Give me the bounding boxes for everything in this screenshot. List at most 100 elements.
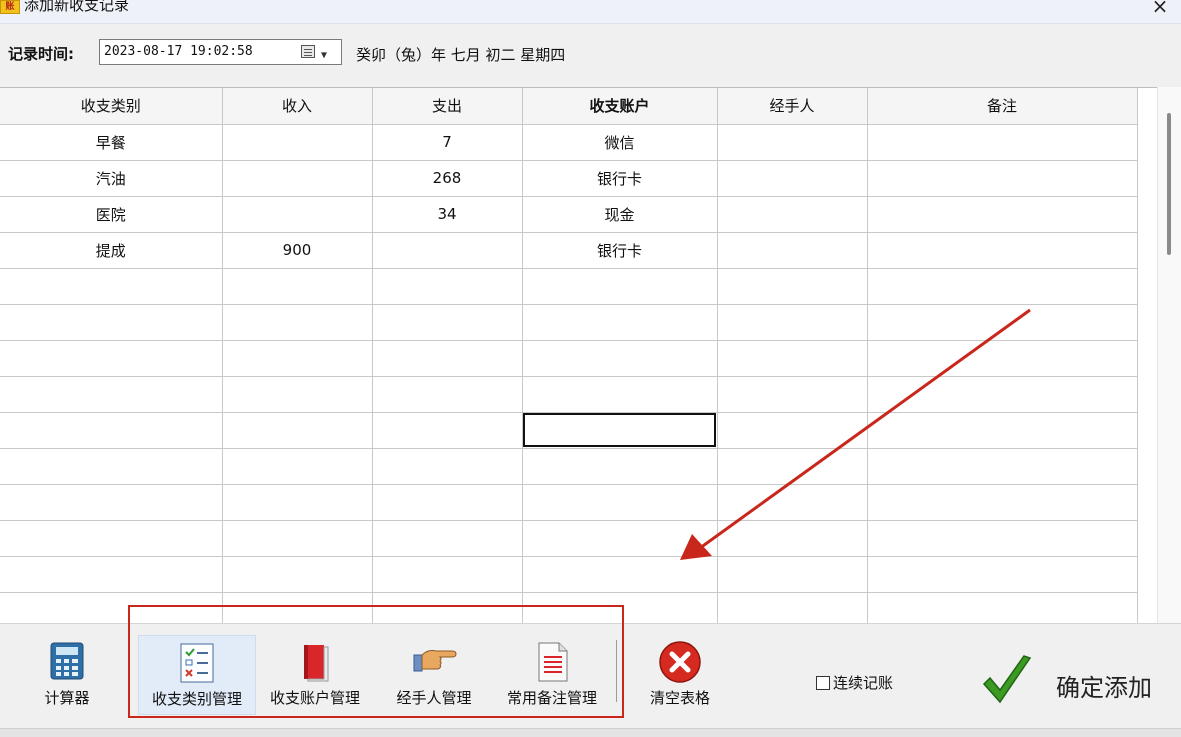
table-cell[interactable] [0, 340, 223, 377]
table-row[interactable] [0, 520, 1138, 557]
continuous-entry-checkbox[interactable]: 连续记账 [816, 672, 893, 693]
table-cell[interactable] [522, 304, 718, 341]
table-cell[interactable] [867, 520, 1138, 557]
table-cell[interactable] [717, 304, 868, 341]
table-cell[interactable] [222, 268, 373, 305]
remark-management-button[interactable]: 常用备注管理 [494, 635, 610, 715]
table-cell[interactable] [372, 304, 523, 341]
table-cell[interactable]: 34 [372, 196, 523, 233]
table-cell[interactable] [717, 124, 868, 161]
table-cell[interactable] [717, 484, 868, 521]
table-cell[interactable] [717, 232, 868, 269]
table-row[interactable] [0, 484, 1138, 521]
table-cell[interactable] [0, 448, 223, 485]
handler-management-button[interactable]: 经手人管理 [384, 635, 484, 715]
table-row[interactable] [0, 592, 1138, 623]
table-cell[interactable] [522, 556, 718, 593]
clear-table-button[interactable]: 清空表格 [634, 635, 726, 715]
table-cell[interactable] [222, 592, 373, 623]
table-cell[interactable] [372, 592, 523, 623]
table-cell[interactable] [522, 484, 718, 521]
table-cell[interactable] [522, 376, 718, 413]
table-row[interactable]: 医院 34 现金 [0, 196, 1138, 233]
table-cell[interactable] [222, 484, 373, 521]
table-cell[interactable] [717, 556, 868, 593]
table-row[interactable]: 早餐 7 微信 [0, 124, 1138, 161]
table-cell[interactable]: 银行卡 [522, 160, 718, 197]
table-cell[interactable] [867, 268, 1138, 305]
category-management-button[interactable]: 收支类别管理 [138, 635, 256, 715]
table-cell[interactable] [0, 268, 223, 305]
table-cell[interactable] [717, 196, 868, 233]
table-cell[interactable] [867, 592, 1138, 623]
calculator-button[interactable]: 计算器 [22, 635, 112, 715]
account-management-button[interactable]: 收支账户管理 [258, 635, 372, 715]
table-cell[interactable] [717, 160, 868, 197]
column-header[interactable]: 收支类别 [0, 88, 223, 125]
table-row[interactable] [0, 448, 1138, 485]
table-cell[interactable] [867, 232, 1138, 269]
datetime-picker[interactable]: 2023-08-17 19:02:58 ▼ [99, 39, 342, 65]
column-header[interactable]: 经手人 [717, 88, 868, 125]
table-cell[interactable] [522, 268, 718, 305]
table-cell[interactable] [222, 448, 373, 485]
table-cell[interactable]: 微信 [522, 124, 718, 161]
table-cell[interactable]: 7 [372, 124, 523, 161]
table-cell[interactable] [0, 376, 223, 413]
confirm-add-button[interactable]: 确定添加 [980, 648, 1170, 716]
table-cell[interactable] [222, 556, 373, 593]
table-cell[interactable] [717, 268, 868, 305]
table-cell[interactable] [867, 448, 1138, 485]
table-cell[interactable] [222, 412, 373, 449]
table-cell[interactable] [522, 592, 718, 623]
close-button[interactable]: × [1149, 0, 1171, 18]
table-cell[interactable] [372, 232, 523, 269]
table-cell[interactable] [0, 520, 223, 557]
table-cell[interactable] [222, 304, 373, 341]
column-header[interactable]: 收入 [222, 88, 373, 125]
table-cell[interactable] [0, 484, 223, 521]
table-cell[interactable]: 900 [222, 232, 373, 269]
table-cell[interactable] [372, 484, 523, 521]
table-cell[interactable]: 268 [372, 160, 523, 197]
table-row[interactable]: 汽油 268 银行卡 [0, 160, 1138, 197]
table-cell[interactable]: 提成 [0, 232, 223, 269]
table-cell[interactable] [867, 340, 1138, 377]
table-cell[interactable] [522, 520, 718, 557]
table-cell[interactable] [522, 340, 718, 377]
table-row[interactable] [0, 304, 1138, 341]
table-cell[interactable] [0, 304, 223, 341]
table-cell[interactable] [222, 340, 373, 377]
table-cell[interactable] [867, 160, 1138, 197]
table-cell[interactable] [222, 376, 373, 413]
table-cell[interactable] [372, 556, 523, 593]
column-header[interactable]: 备注 [867, 88, 1138, 125]
table-cell[interactable]: 早餐 [0, 124, 223, 161]
table-cell[interactable] [222, 160, 373, 197]
table-cell[interactable]: 汽油 [0, 160, 223, 197]
scrollbar-thumb[interactable] [1167, 113, 1171, 255]
table-cell[interactable] [717, 412, 868, 449]
table-cell[interactable] [867, 484, 1138, 521]
table-cell[interactable] [717, 340, 868, 377]
table-cell[interactable] [717, 520, 868, 557]
table-cell[interactable] [867, 304, 1138, 341]
table-cell[interactable] [372, 448, 523, 485]
table-cell[interactable] [717, 592, 868, 623]
table-cell[interactable] [717, 448, 868, 485]
table-row[interactable] [0, 376, 1138, 413]
table-cell[interactable] [372, 520, 523, 557]
vertical-scrollbar[interactable] [1157, 87, 1181, 623]
table-cell[interactable] [0, 592, 223, 623]
table-cell[interactable]: 银行卡 [522, 232, 718, 269]
table-cell[interactable] [522, 412, 718, 449]
column-header[interactable]: 收支账户 [522, 88, 718, 125]
table-cell[interactable] [372, 376, 523, 413]
table-cell[interactable] [867, 556, 1138, 593]
table-cell[interactable] [867, 376, 1138, 413]
table-cell[interactable] [222, 520, 373, 557]
table-cell[interactable] [717, 376, 868, 413]
table-cell[interactable] [372, 412, 523, 449]
table-cell[interactable] [522, 448, 718, 485]
table-row[interactable] [0, 268, 1138, 305]
